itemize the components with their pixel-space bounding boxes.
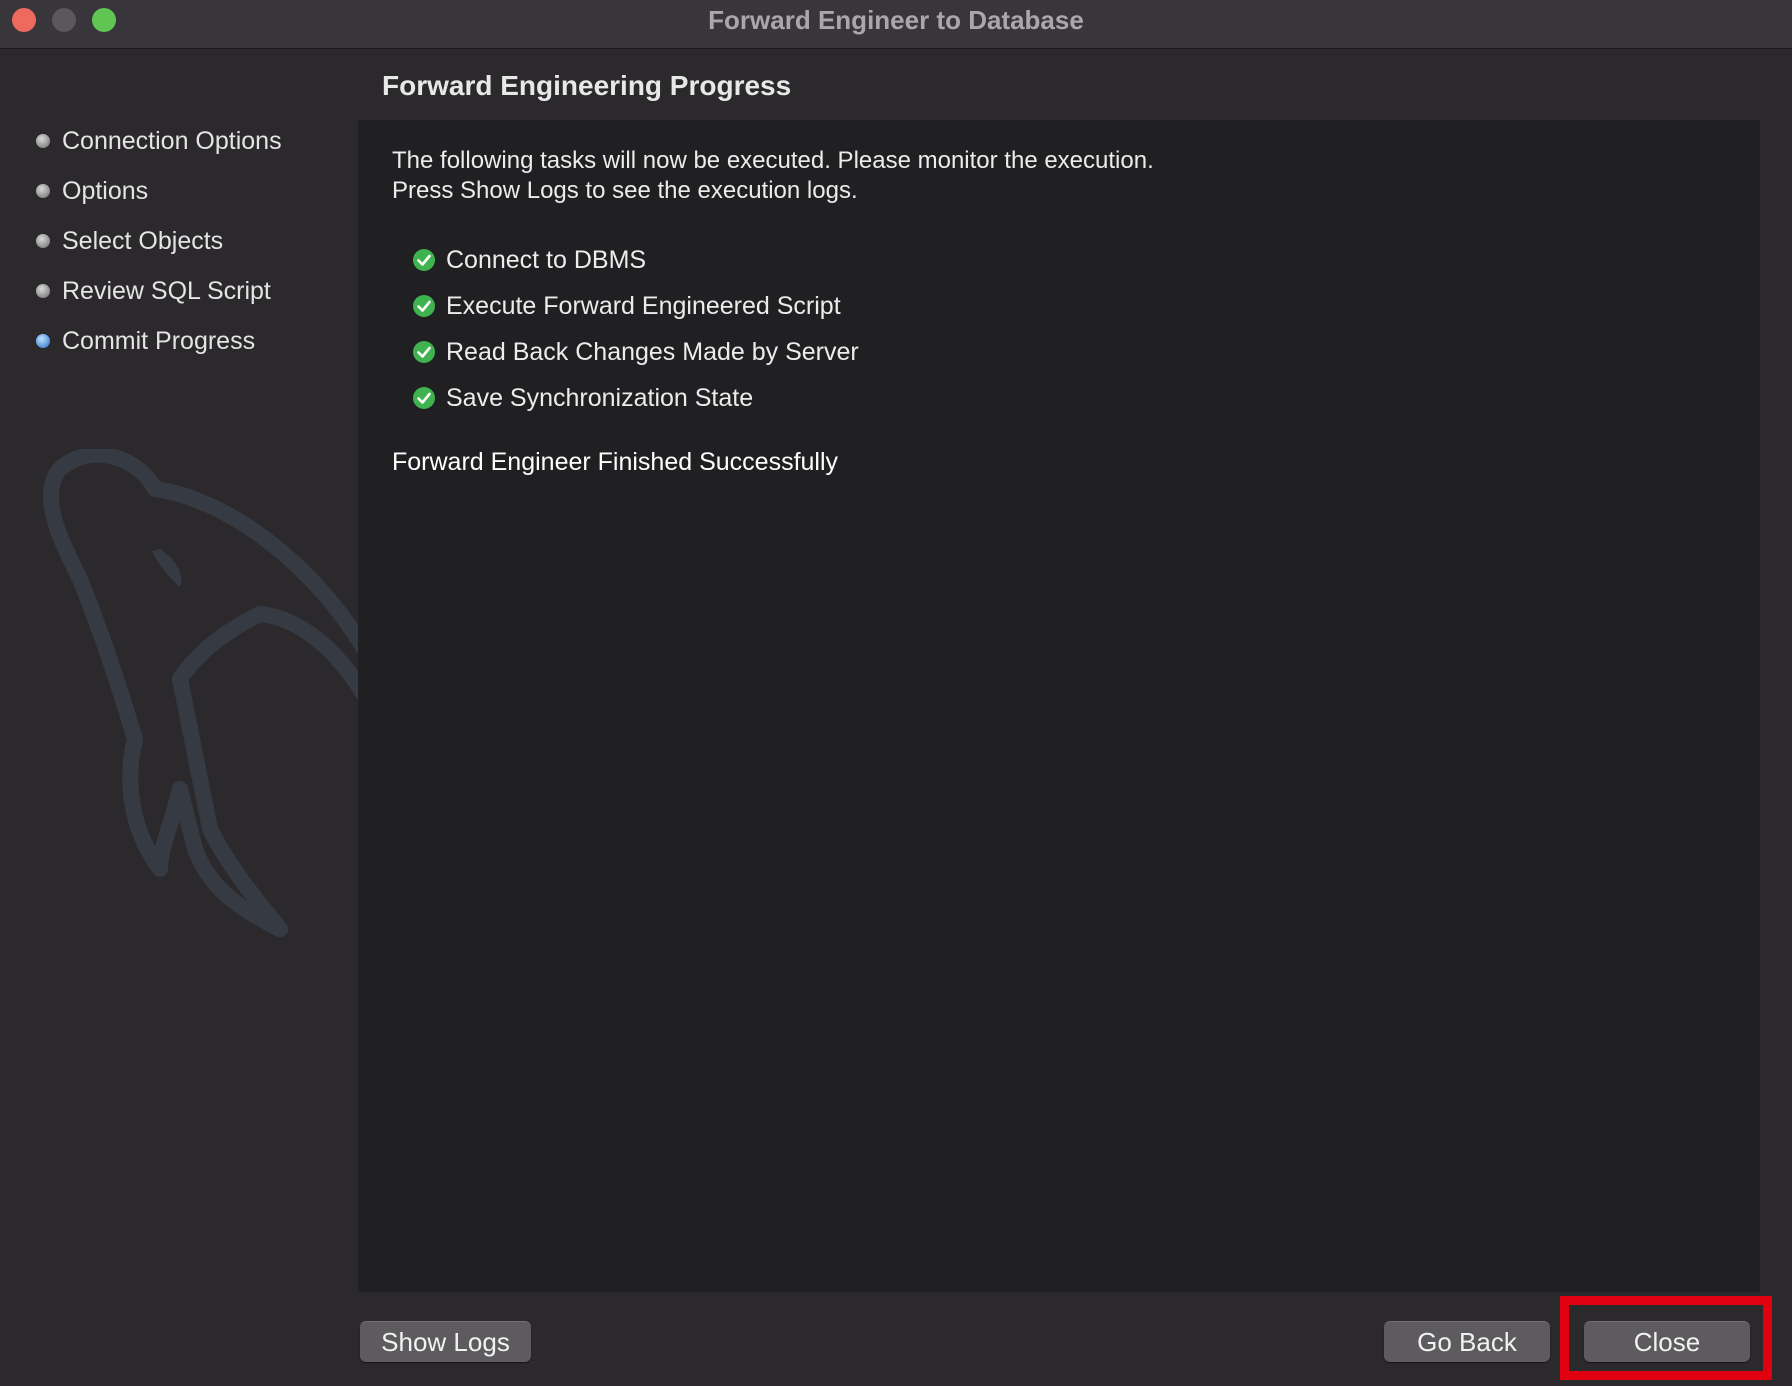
task-label: Execute Forward Engineered Script — [446, 292, 841, 320]
step-bullet-icon — [36, 184, 50, 198]
instructions-line-1: The following tasks will now be executed… — [392, 147, 1154, 174]
go-back-button[interactable]: Go Back — [1384, 1321, 1550, 1362]
step-label: Select Objects — [62, 227, 224, 255]
green-checkmark-icon — [413, 249, 435, 271]
window-title: Forward Engineer to Database — [708, 5, 1084, 35]
green-checkmark-icon — [413, 341, 435, 363]
step-label: Commit Progress — [62, 327, 256, 355]
close-button[interactable]: Close — [1584, 1321, 1750, 1362]
progress-panel: The following tasks will now be executed… — [358, 120, 1760, 1292]
forward-engineer-window: Forward Engineer to Database Connection … — [0, 0, 1792, 1386]
green-checkmark-icon — [413, 295, 435, 317]
task-label: Save Synchronization State — [446, 384, 754, 412]
step-label: Options — [62, 177, 149, 205]
title-bar: Forward Engineer to Database — [0, 0, 1792, 49]
instructions-line-2: Press Show Logs to see the execution log… — [392, 177, 858, 204]
show-logs-button[interactable]: Show Logs — [360, 1321, 531, 1362]
mysql-dolphin-watermark-icon — [43, 449, 358, 937]
step-bullet-icon — [36, 134, 50, 148]
step-bullet-icon — [36, 284, 50, 298]
task-label: Connect to DBMS — [446, 246, 647, 274]
step-bullet-icon — [36, 234, 50, 248]
instructions-text: The following tasks will now be executed… — [392, 146, 1154, 206]
page-title: Forward Engineering Progress — [382, 70, 792, 101]
step-label: Review SQL Script — [62, 277, 271, 305]
step-label: Connection Options — [62, 127, 282, 155]
wizard-steps-sidebar: Connection Options Options Select Object… — [0, 49, 358, 1386]
green-checkmark-icon — [413, 387, 435, 409]
task-label: Read Back Changes Made by Server — [446, 338, 859, 366]
current-step-bullet-icon — [36, 334, 50, 348]
result-message: Forward Engineer Finished Successfully — [392, 448, 839, 476]
